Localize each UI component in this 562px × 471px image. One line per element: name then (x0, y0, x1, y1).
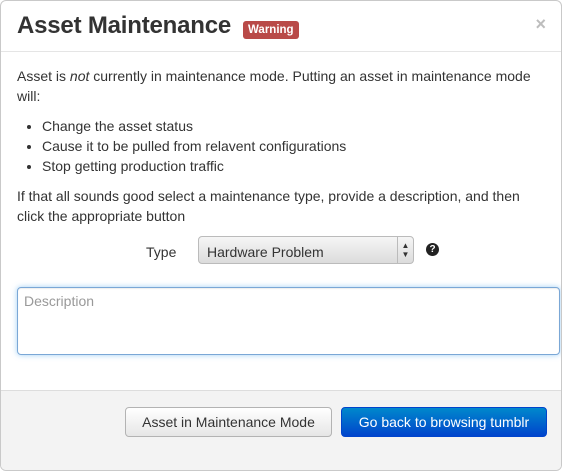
select-arrows-icon: ▲ ▼ (397, 237, 413, 263)
intro-after: currently in maintenance mode. Putting a… (17, 68, 531, 104)
help-icon[interactable]: ? (426, 243, 439, 256)
asset-maintenance-modal: Asset Maintenance Warning × Asset is not… (0, 0, 562, 471)
description-field[interactable] (17, 287, 560, 355)
list-item: Change the asset status (42, 116, 547, 136)
back-to-browsing-button[interactable]: Go back to browsing tumblr (341, 407, 547, 437)
list-item: Stop getting production traffic (42, 156, 547, 176)
intro-before: Asset is (17, 68, 70, 84)
type-row: Type Hardware Problem ▲ ▼ ? (17, 236, 547, 266)
instructions-text: If that all sounds good select a mainten… (17, 188, 520, 224)
intro-emphasis: not (69, 68, 90, 84)
modal-footer: Asset in Maintenance Mode Go back to bro… (1, 390, 561, 470)
maintenance-type-select[interactable]: Hardware Problem ▲ ▼ (198, 236, 414, 264)
effects-list: Change the asset status Cause it to be p… (17, 116, 547, 176)
intro-text: Asset is not currently in maintenance mo… (17, 66, 547, 106)
list-item: Cause it to be pulled from relavent conf… (42, 136, 547, 156)
close-icon[interactable]: × (535, 14, 546, 34)
maintenance-mode-button[interactable]: Asset in Maintenance Mode (125, 407, 332, 437)
type-select-value: Hardware Problem (207, 244, 324, 260)
warning-badge: Warning (243, 21, 299, 39)
modal-body: Asset is not currently in maintenance mo… (17, 66, 547, 264)
type-label: Type (146, 244, 177, 260)
modal-title: Asset Maintenance (17, 12, 232, 39)
modal-header: Asset Maintenance Warning × (1, 1, 561, 52)
